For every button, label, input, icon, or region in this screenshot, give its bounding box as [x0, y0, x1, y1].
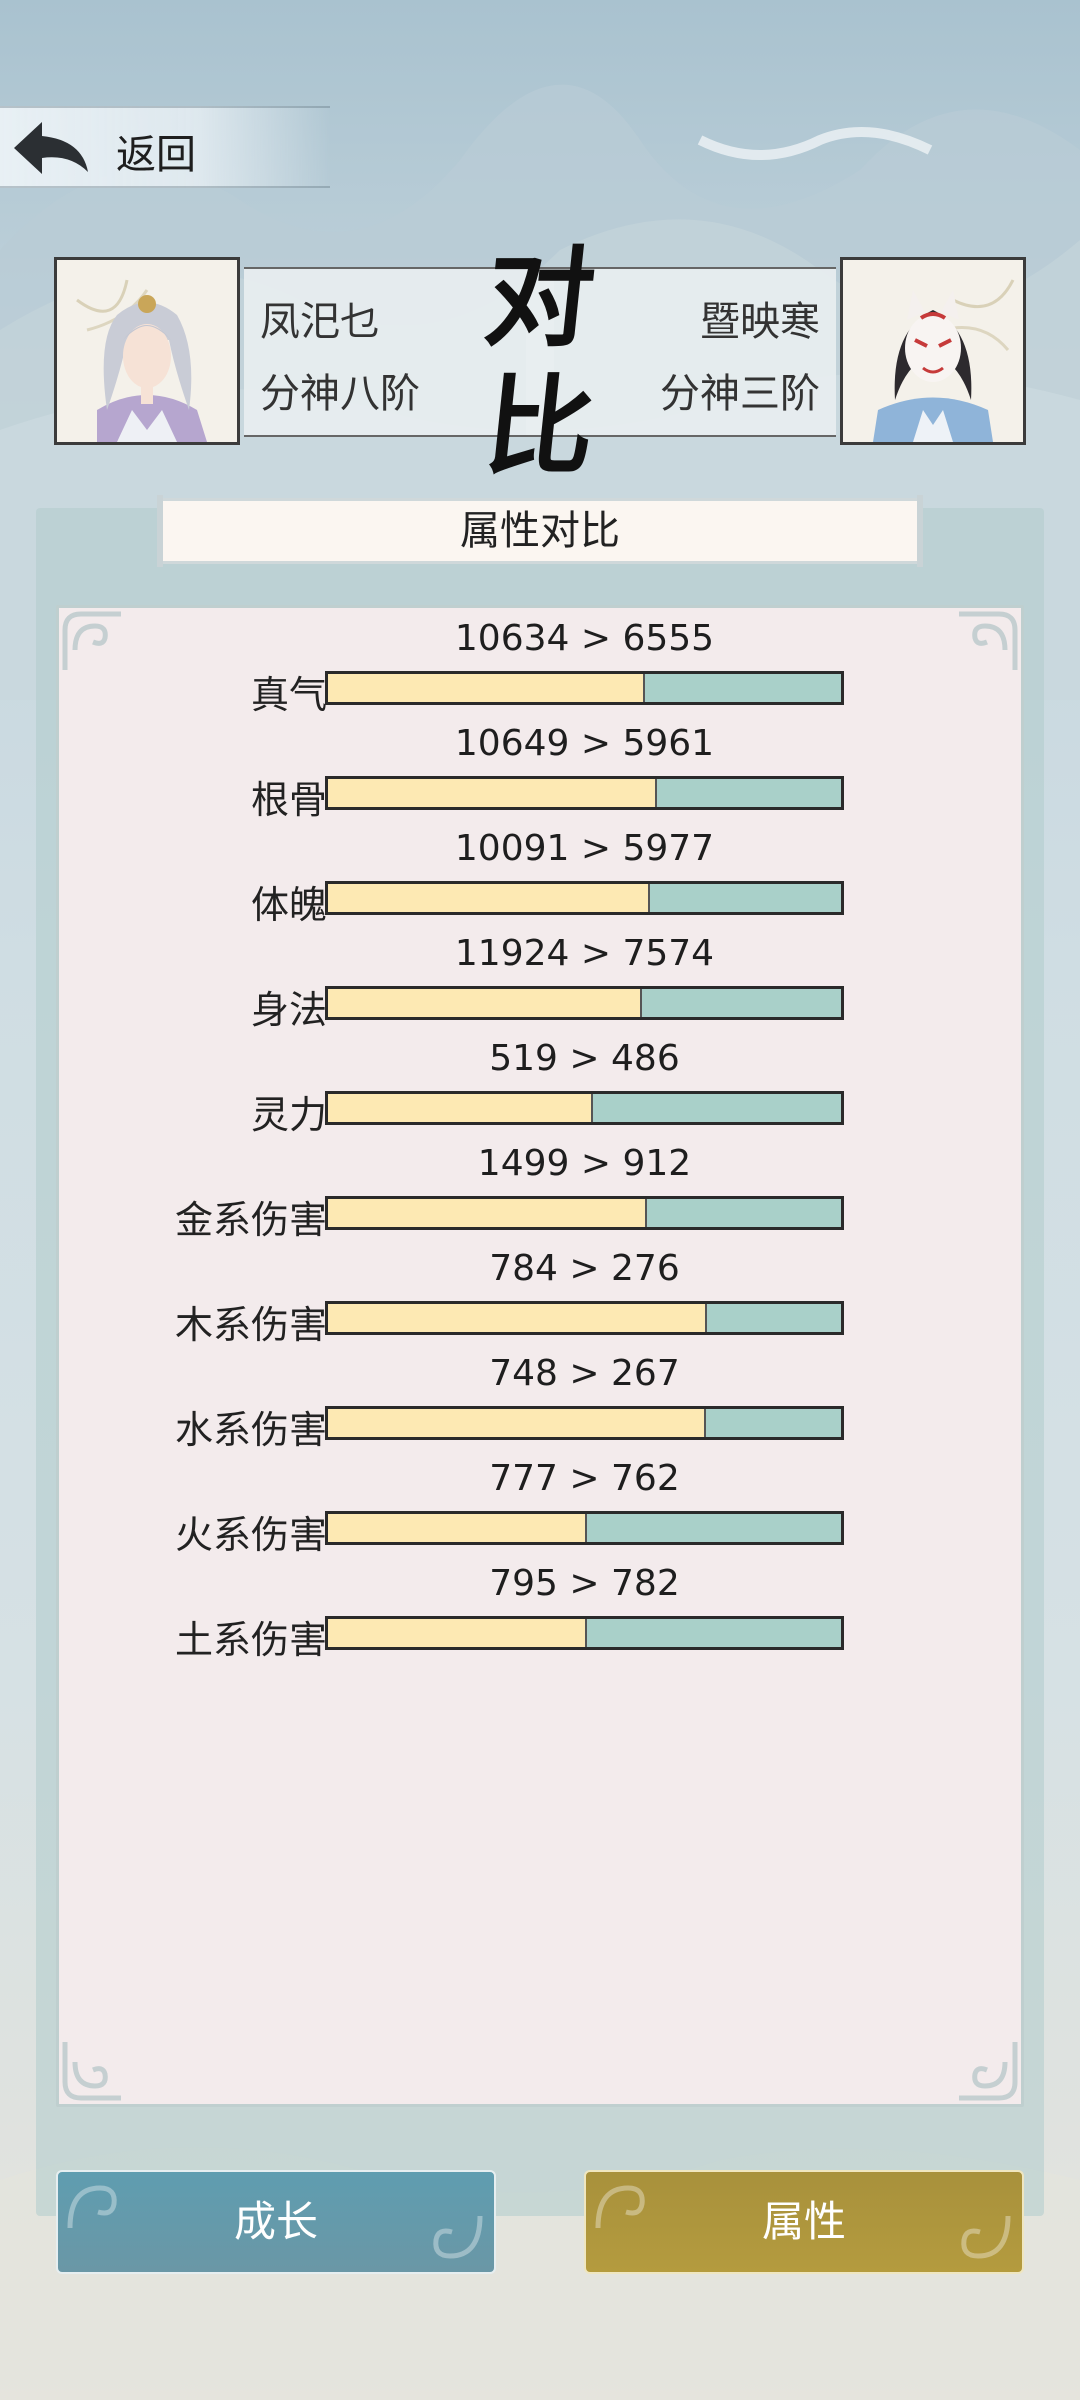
stat-bar-fill: [328, 779, 657, 807]
stat-values: 10634 > 6555: [454, 618, 715, 659]
stat-row-lingli: 灵力 519 > 486: [59, 1038, 1027, 1143]
stat-bar: [325, 1511, 844, 1545]
stat-values: 1499 > 912: [477, 1143, 692, 1184]
stat-bar-fill: [328, 989, 642, 1017]
stat-bar: [325, 1301, 844, 1335]
stat-bar: [325, 881, 844, 915]
stat-bar-fill: [328, 1409, 707, 1437]
back-button[interactable]: 返回: [0, 106, 330, 188]
stat-bar: [325, 986, 844, 1020]
right-player-avatar[interactable]: [840, 257, 1026, 445]
stat-label: 身法: [250, 988, 327, 1032]
stat-row-fire-damage: 火系伤害 777 > 762: [59, 1458, 1027, 1563]
cloud-ornament-icon: [433, 2215, 483, 2259]
stat-label: 灵力: [250, 1093, 327, 1137]
attribute-panel: 真气 10634 > 6555 根骨 10649 > 5961 体魄 10091…: [56, 605, 1024, 2107]
cloud-ornament-icon: [595, 2185, 645, 2229]
stat-bar-fill: [328, 1199, 647, 1227]
growth-tab-button[interactable]: 成长: [56, 2170, 496, 2274]
back-arrow-icon: [14, 122, 88, 174]
stat-values: 10649 > 5961: [454, 723, 715, 764]
cloud-ornament-icon: [62, 2042, 121, 2101]
cloud-ornament-icon: [959, 2042, 1018, 2101]
stat-row-water-damage: 水系伤害 748 > 267: [59, 1353, 1027, 1458]
stat-label: 根骨: [250, 778, 327, 822]
cloud-ornament-icon: [67, 2185, 117, 2229]
stat-row-earth-damage: 土系伤害 795 > 782: [59, 1563, 1027, 1668]
stat-row-wood-damage: 木系伤害 784 > 276: [59, 1248, 1027, 1353]
stat-label: 真气: [250, 673, 327, 717]
stat-row-tipo: 体魄 10091 > 5977: [59, 828, 1027, 933]
stat-row-gengu: 根骨 10649 > 5961: [59, 723, 1027, 828]
stat-values: 784 > 276: [489, 1248, 680, 1289]
growth-tab-label: 成长: [233, 2197, 318, 2246]
stat-values: 777 > 762: [489, 1458, 680, 1499]
stat-label: 土系伤害: [174, 1618, 327, 1662]
stat-row-zhenqi: 真气 10634 > 6555: [59, 618, 1027, 723]
stat-values: 10091 > 5977: [454, 828, 715, 869]
stat-row-shenfa: 身法 11924 > 7574: [59, 933, 1027, 1038]
right-player-rank: 分神三阶: [660, 371, 820, 417]
stat-label: 体魄: [250, 883, 327, 927]
stat-bar-fill: [328, 1094, 593, 1122]
stat-bar-fill: [328, 1304, 708, 1332]
stat-bar-fill: [328, 1514, 587, 1542]
stat-label: 木系伤害: [174, 1303, 327, 1347]
left-player-avatar[interactable]: [54, 257, 240, 445]
section-title: 属性对比: [157, 495, 923, 567]
stat-bar: [325, 671, 844, 705]
stat-label: 火系伤害: [174, 1513, 327, 1557]
stat-label: 金系伤害: [174, 1198, 327, 1242]
back-label: 返回: [116, 132, 196, 178]
vs-title-char-2: 比: [479, 364, 601, 490]
stat-values: 795 > 782: [489, 1563, 680, 1604]
stat-values: 748 > 267: [489, 1353, 680, 1394]
stat-values: 11924 > 7574: [454, 933, 715, 974]
attributes-tab-label: 属性: [761, 2197, 846, 2246]
stat-label: 水系伤害: [174, 1408, 327, 1452]
stat-bar-fill: [328, 674, 646, 702]
right-player-name: 暨映寒: [700, 299, 820, 345]
stat-bar: [325, 1616, 844, 1650]
left-player-rank: 分神八阶: [260, 371, 420, 417]
cloud-ornament-icon: [961, 2215, 1011, 2259]
stat-bar: [325, 1196, 844, 1230]
stat-bar-fill: [328, 884, 651, 912]
male-cultivator-portrait: [76, 279, 207, 442]
left-player-name: 凤汜乜: [260, 299, 380, 345]
stat-bar: [325, 776, 844, 810]
stat-values: 519 > 486: [489, 1038, 680, 1079]
attributes-tab-button[interactable]: 属性: [584, 2170, 1024, 2274]
stat-bar-fill: [328, 1619, 587, 1647]
masked-cultivator-portrait: [873, 279, 1015, 442]
stat-bar: [325, 1406, 844, 1440]
stat-bar: [325, 1091, 844, 1125]
stat-row-metal-damage: 金系伤害 1499 > 912: [59, 1143, 1027, 1248]
